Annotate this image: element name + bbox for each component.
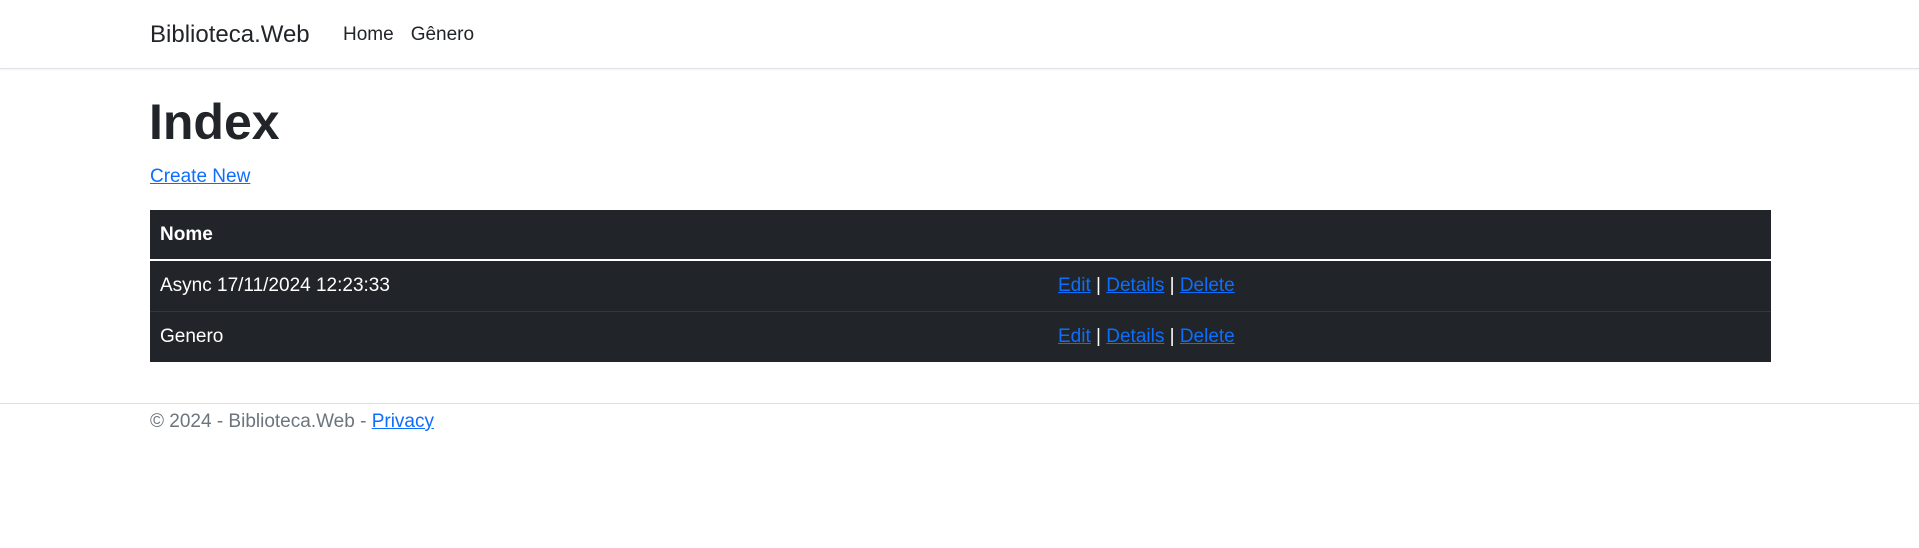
create-new-link[interactable]: Create New xyxy=(150,164,250,190)
row-name-cell: Genero xyxy=(160,325,224,347)
brand-link[interactable]: Biblioteca.Web xyxy=(150,20,310,50)
row-actions-cell: Edit | Details | Delete xyxy=(1048,260,1771,312)
genre-table: Nome Async 17/11/2024 12:23:33 Edit | De… xyxy=(150,210,1771,362)
row-actions-cell: Edit | Details | Delete xyxy=(1048,311,1771,362)
table-row: Genero Edit | Details | Delete xyxy=(150,311,1771,362)
separator: | xyxy=(1169,274,1180,296)
separator: | xyxy=(1169,325,1180,347)
details-link[interactable]: Details xyxy=(1106,326,1164,347)
page-footer: © 2024 - Biblioteca.Web - Privacy xyxy=(0,403,1919,432)
edit-link[interactable]: Edit xyxy=(1058,326,1091,347)
nav-link-genero[interactable]: Gênero xyxy=(411,22,474,48)
privacy-link[interactable]: Privacy xyxy=(372,411,434,432)
edit-link[interactable]: Edit xyxy=(1058,275,1091,296)
nav-links: Home Gênero xyxy=(343,22,474,48)
delete-link[interactable]: Delete xyxy=(1180,275,1235,296)
details-link[interactable]: Details xyxy=(1106,275,1164,296)
top-navbar: Biblioteca.Web Home Gênero xyxy=(0,0,1919,69)
delete-link[interactable]: Delete xyxy=(1180,326,1235,347)
separator: | xyxy=(1096,325,1107,347)
footer-copyright: © 2024 - Biblioteca.Web - xyxy=(150,411,372,432)
footer-text: © 2024 - Biblioteca.Web - Privacy xyxy=(150,409,434,435)
nav-link-home[interactable]: Home xyxy=(343,22,394,48)
column-header-actions xyxy=(1048,210,1771,261)
column-header-nome: Nome xyxy=(150,210,1048,261)
page-title: Index xyxy=(149,94,280,150)
table-header-row: Nome xyxy=(150,210,1771,261)
separator: | xyxy=(1096,274,1107,296)
table-row: Async 17/11/2024 12:23:33 Edit | Details… xyxy=(150,260,1771,312)
row-name-cell: Async 17/11/2024 12:23:33 xyxy=(150,260,1048,312)
